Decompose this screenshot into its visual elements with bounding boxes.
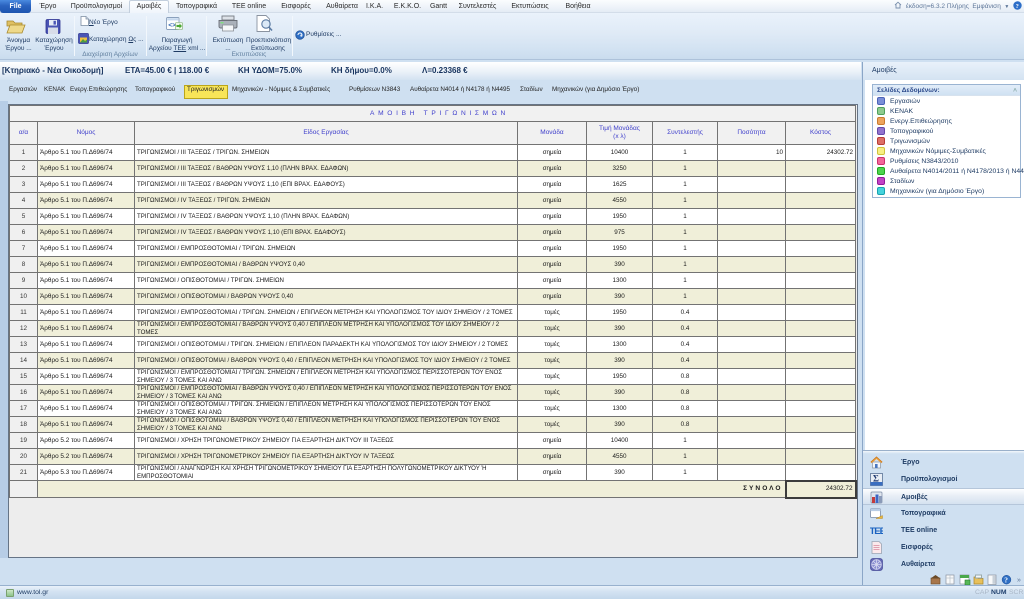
svg-text:»: »: [1017, 577, 1021, 584]
svg-text:Σ: Σ: [873, 474, 879, 484]
svg-text:?: ?: [1004, 576, 1008, 585]
svg-text:TEE: TEE: [870, 526, 883, 537]
svg-text:?: ?: [1016, 3, 1019, 10]
svg-text:<>: <>: [168, 22, 176, 29]
